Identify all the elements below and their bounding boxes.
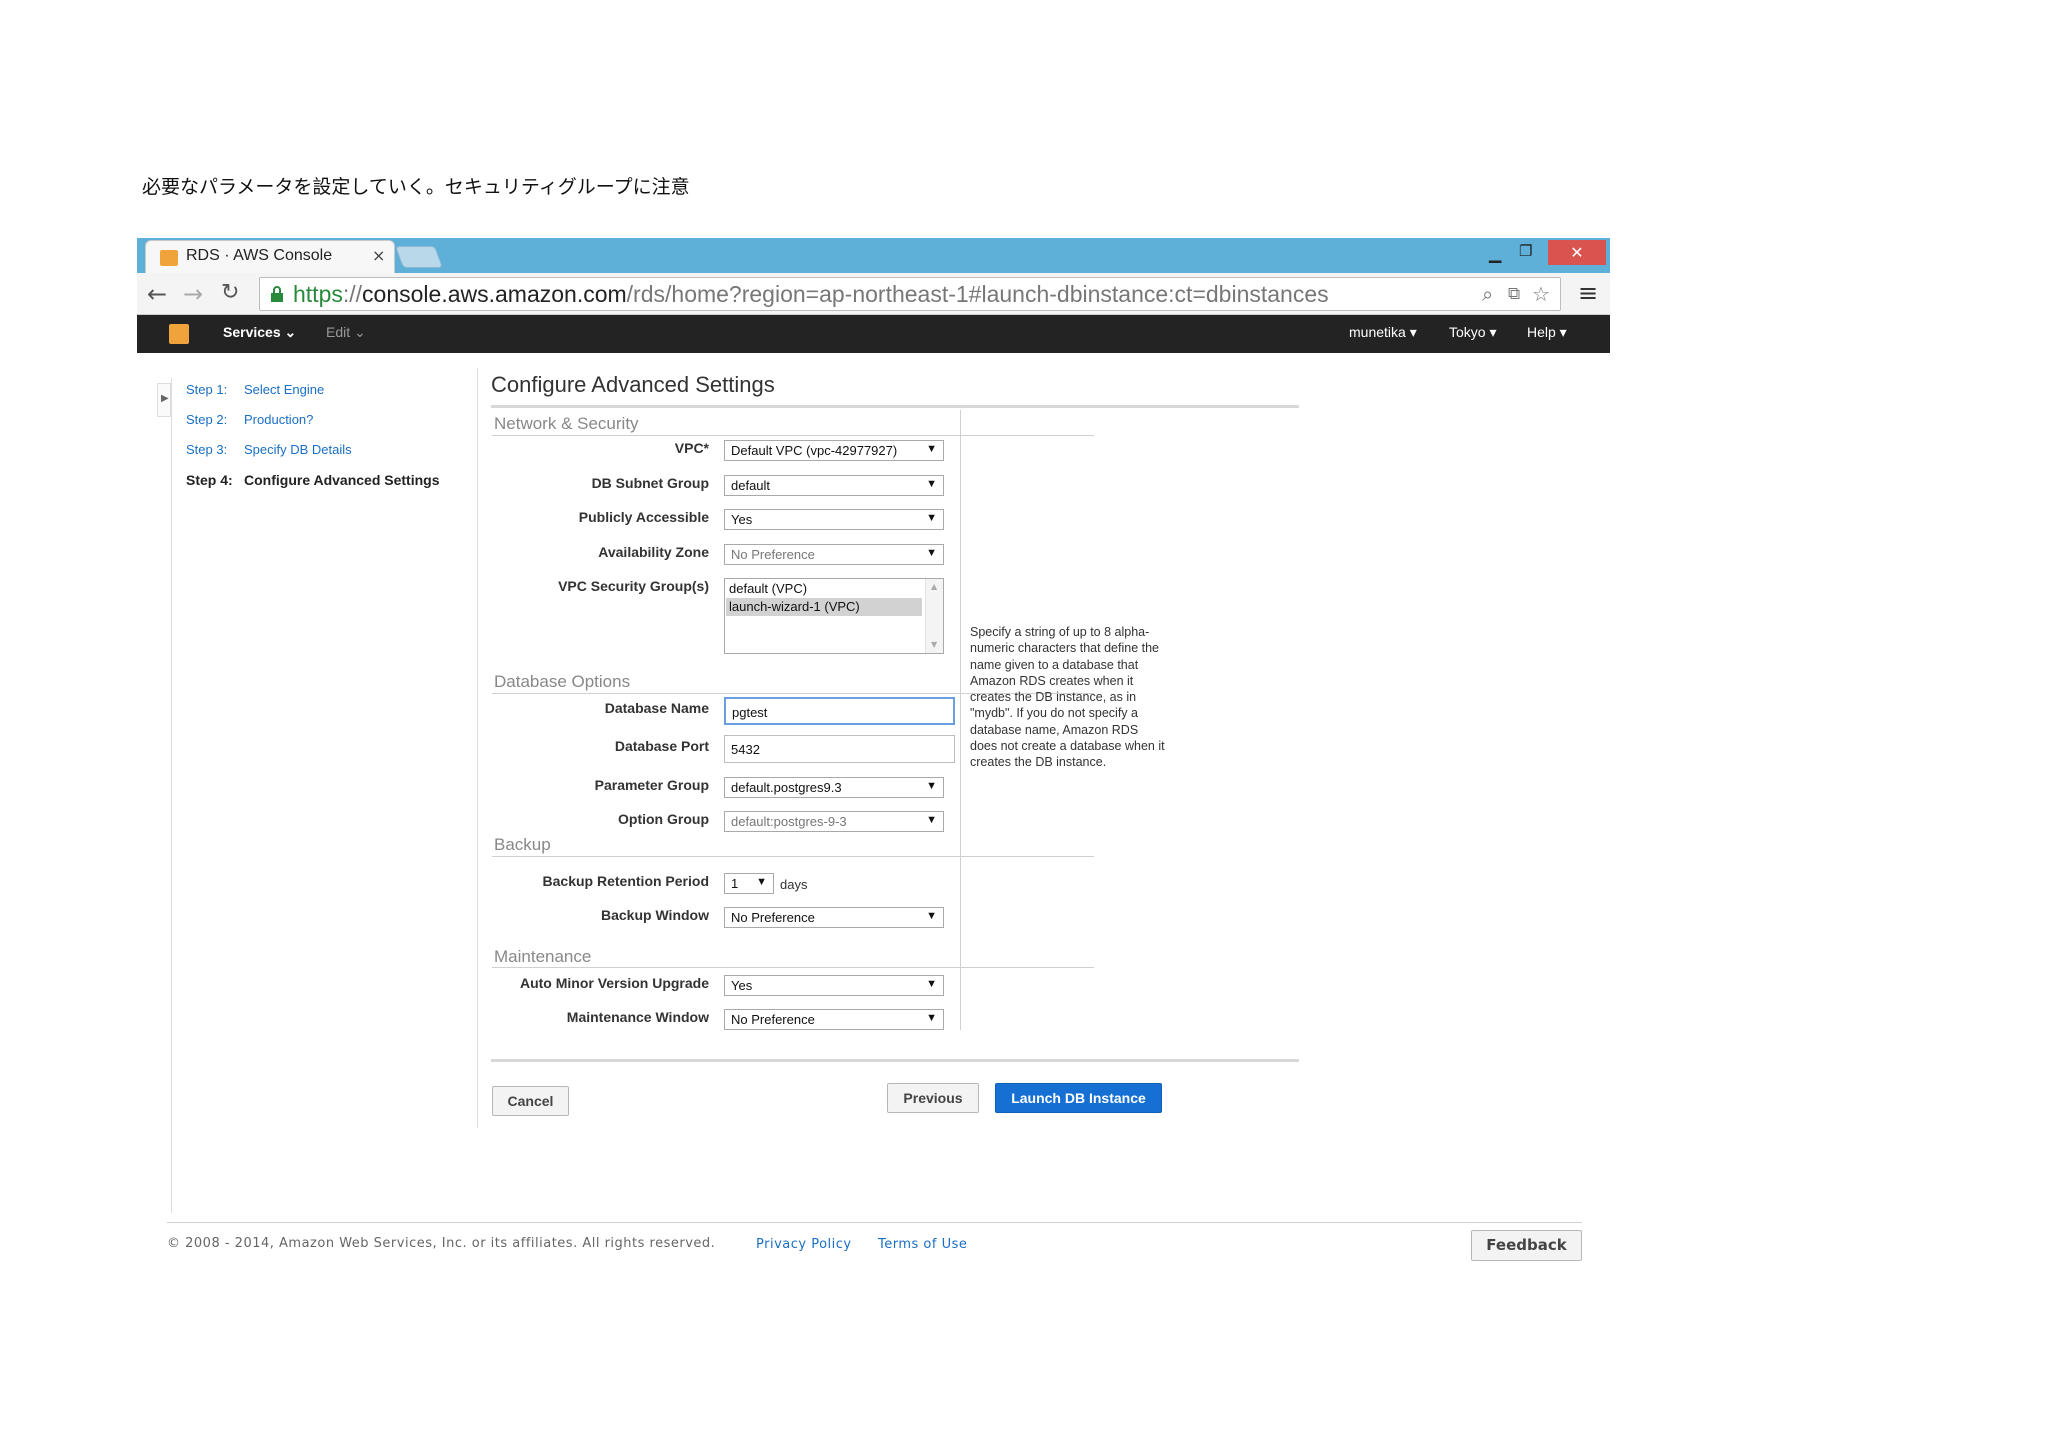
database-port-label: Database Port [614, 738, 709, 754]
help-menu[interactable]: Help ▾ [1527, 324, 1567, 341]
backup-window-label: Backup Window [601, 907, 709, 923]
dropdown-arrow-icon: ▼ [926, 547, 937, 559]
previous-button[interactable]: Previous [887, 1083, 979, 1113]
tab-title: RDS · AWS Console [186, 247, 333, 264]
reload-icon[interactable]: ↻ [221, 280, 239, 305]
new-tab-button[interactable] [394, 246, 444, 268]
option-group-label: Option Group [618, 811, 709, 827]
availability-zone-select[interactable]: No Preference ▼ [724, 544, 944, 565]
minimize-icon[interactable]: ▁ [1489, 244, 1501, 263]
vpc-label: VPC* [674, 440, 709, 456]
wizard-step-4: Step 4: Configure Advanced Settings [186, 472, 440, 488]
terms-of-use-link[interactable]: Terms of Use [878, 1237, 967, 1252]
form-divider [960, 410, 961, 1030]
wizard-divider [171, 378, 172, 1213]
security-group-option-selected[interactable]: launch-wizard-1 (VPC) [726, 598, 922, 616]
dropdown-arrow-icon: ▼ [926, 814, 937, 826]
dropdown-arrow-icon: ▼ [926, 780, 937, 792]
user-menu[interactable]: munetika ▾ [1349, 324, 1417, 341]
url-text: https://console.aws.amazon.com/rds/home?… [293, 281, 1329, 307]
browser-window: RDS · AWS Console × ▁ ❐ ✕ ← → ↻ https://… [137, 238, 1610, 1274]
privacy-policy-link[interactable]: Privacy Policy [756, 1237, 852, 1252]
label-column: VPC* DB Subnet Group Publicly Accessible… [492, 238, 709, 1274]
browser-toolbar: ← → ↻ https://console.aws.amazon.com/rds… [137, 273, 1610, 315]
subnet-group-label: DB Subnet Group [591, 475, 709, 491]
backup-retention-select[interactable]: 1 ▼ [724, 873, 774, 894]
wizard-step-2[interactable]: Step 2: Production? [186, 412, 313, 427]
browser-titlebar: RDS · AWS Console × ▁ ❐ ✕ [137, 238, 1610, 273]
auto-minor-upgrade-select[interactable]: Yes ▼ [724, 975, 944, 996]
bookmark-star-icon[interactable]: ☆ [1532, 282, 1550, 306]
footer-divider [167, 1222, 1582, 1223]
wizard-collapse-toggle[interactable]: ▶ [157, 383, 171, 417]
backup-window-select[interactable]: No Preference ▼ [724, 907, 944, 928]
security-groups-listbox[interactable]: default (VPC) launch-wizard-1 (VPC) ▲ ▼ [724, 578, 944, 654]
lock-icon [271, 286, 283, 302]
database-name-help: Specify a string of up to 8 alpha-numeri… [970, 625, 1165, 770]
parameter-group-label: Parameter Group [594, 777, 709, 793]
vpc-select[interactable]: Default VPC (vpc-42977927) ▼ [724, 440, 944, 461]
section-line [492, 856, 1094, 857]
zoom-icon[interactable]: ⌕ [1482, 282, 1493, 306]
retention-unit: days [780, 877, 808, 892]
main-divider [477, 368, 478, 1128]
feedback-button[interactable]: Feedback [1471, 1230, 1582, 1261]
region-menu[interactable]: Tokyo ▾ [1449, 324, 1497, 341]
section-maintenance: Maintenance [494, 947, 592, 966]
browser-menu-icon[interactable]: ≡ [1578, 279, 1598, 307]
translate-icon[interactable]: ⧉ [1508, 284, 1520, 304]
back-arrow-icon[interactable]: ← [147, 280, 167, 308]
scroll-down-icon[interactable]: ▼ [931, 640, 937, 649]
database-port-input[interactable]: 5432 [724, 735, 955, 763]
backup-retention-label: Backup Retention Period [542, 873, 709, 889]
option-group-select[interactable]: default:postgres-9-3 ▼ [724, 811, 944, 832]
edit-menu[interactable]: Edit ⌄ [326, 324, 366, 341]
publicly-accessible-select[interactable]: Yes ▼ [724, 509, 944, 530]
copyright-text: © 2008 - 2014, Amazon Web Services, Inc.… [167, 1236, 716, 1251]
tab-close-icon[interactable]: × [372, 246, 385, 265]
dropdown-arrow-icon: ▼ [926, 443, 937, 455]
dropdown-arrow-icon: ▼ [926, 978, 937, 990]
cancel-button[interactable]: Cancel [492, 1086, 569, 1116]
aws-nav-bar: Services ⌄ Edit ⌄ munetika ▾ Tokyo ▾ Hel… [137, 315, 1610, 353]
aws-logo-icon[interactable] [169, 324, 189, 344]
section-database-options: Database Options [494, 672, 631, 691]
maintenance-window-label: Maintenance Window [566, 1009, 709, 1025]
dropdown-arrow-icon: ▼ [756, 876, 767, 888]
forward-arrow-icon[interactable]: → [183, 280, 203, 308]
security-group-option[interactable]: default (VPC) [726, 580, 922, 598]
database-name-label: Database Name [604, 700, 709, 716]
scroll-up-icon[interactable]: ▲ [931, 582, 937, 591]
aws-cube-icon [160, 250, 178, 266]
security-groups-label: VPC Security Group(s) [558, 578, 709, 594]
publicly-accessible-label: Publicly Accessible [578, 509, 709, 525]
wizard-step-3[interactable]: Step 3: Specify DB Details [186, 442, 352, 457]
database-name-input[interactable]: pgtest [724, 697, 955, 725]
dropdown-arrow-icon: ▼ [926, 1012, 937, 1024]
window-close-icon[interactable]: ✕ [1548, 240, 1606, 265]
availability-zone-label: Availability Zone [598, 544, 709, 560]
parameter-group-select[interactable]: default.postgres9.3 ▼ [724, 777, 944, 798]
address-bar[interactable]: https://console.aws.amazon.com/rds/home?… [259, 277, 1561, 311]
services-menu[interactable]: Services ⌄ [223, 324, 296, 341]
form-bottom-divider [491, 1059, 1299, 1062]
dropdown-arrow-icon: ▼ [926, 478, 937, 490]
caret-right-icon: ▶ [161, 393, 169, 404]
section-line [492, 967, 1094, 968]
subnet-group-select[interactable]: default ▼ [724, 475, 944, 496]
launch-db-instance-button[interactable]: Launch DB Instance [995, 1083, 1162, 1113]
listbox-scrollbar[interactable]: ▲ ▼ [925, 579, 943, 653]
wizard-step-1[interactable]: Step 1: Select Engine [186, 382, 324, 397]
section-backup: Backup [494, 835, 551, 854]
dropdown-arrow-icon: ▼ [926, 910, 937, 922]
auto-minor-upgrade-label: Auto Minor Version Upgrade [519, 975, 709, 991]
caption-text: 必要なパラメータを設定していく。セキュリティグループに注意 [142, 176, 690, 198]
browser-tab[interactable]: RDS · AWS Console × [145, 240, 395, 273]
dropdown-arrow-icon: ▼ [926, 512, 937, 524]
maintenance-window-select[interactable]: No Preference ▼ [724, 1009, 944, 1030]
restore-icon[interactable]: ❐ [1519, 242, 1532, 260]
